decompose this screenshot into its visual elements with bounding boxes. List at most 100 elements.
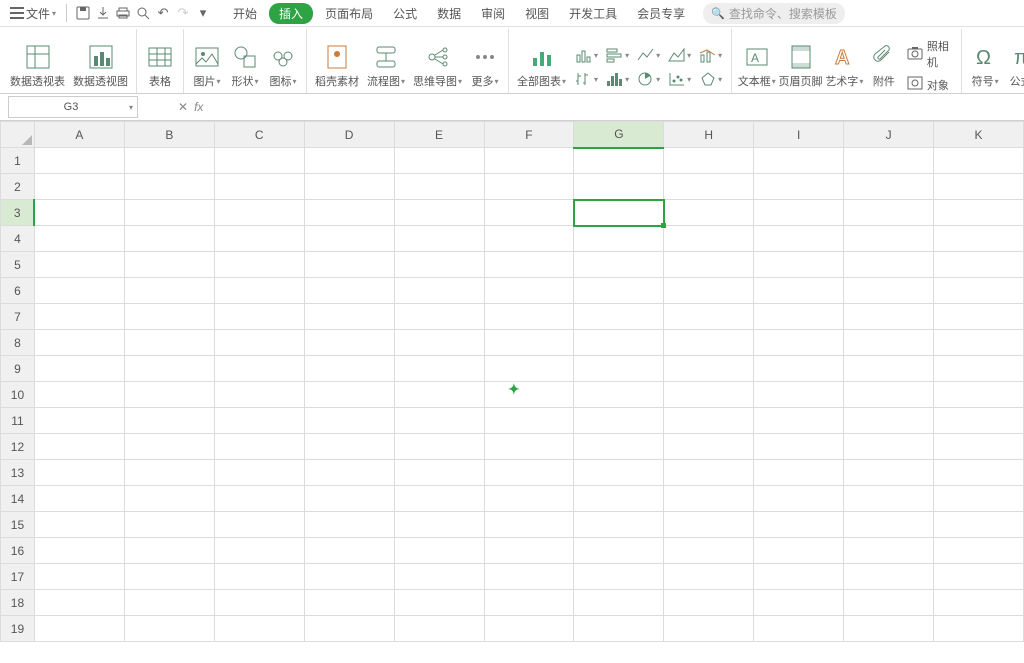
- row-header[interactable]: 18: [1, 590, 35, 616]
- undo-icon[interactable]: ↶: [155, 5, 171, 21]
- cell[interactable]: [304, 148, 394, 174]
- cell[interactable]: [754, 382, 844, 408]
- cell[interactable]: [754, 226, 844, 252]
- cell[interactable]: [394, 512, 484, 538]
- cell[interactable]: [304, 200, 394, 226]
- cell[interactable]: [34, 512, 124, 538]
- name-box[interactable]: G3 ▾: [8, 96, 138, 118]
- cell[interactable]: [214, 356, 304, 382]
- pivot-table-button[interactable]: 数据透视表: [6, 41, 69, 93]
- cell[interactable]: [844, 252, 934, 278]
- tab-member[interactable]: 会员专享: [629, 3, 693, 24]
- row-header[interactable]: 16: [1, 538, 35, 564]
- cell[interactable]: [664, 330, 754, 356]
- cell[interactable]: [664, 304, 754, 330]
- cell[interactable]: [34, 226, 124, 252]
- cell[interactable]: [214, 252, 304, 278]
- cell[interactable]: [214, 148, 304, 174]
- cell[interactable]: [304, 486, 394, 512]
- cell[interactable]: [214, 564, 304, 590]
- cell[interactable]: [304, 174, 394, 200]
- cell[interactable]: [34, 434, 124, 460]
- cell[interactable]: [934, 564, 1024, 590]
- cell[interactable]: [394, 278, 484, 304]
- radar-chart-icon[interactable]: ▾: [696, 69, 725, 89]
- cell[interactable]: [844, 564, 934, 590]
- cell[interactable]: [934, 252, 1024, 278]
- cell[interactable]: [394, 304, 484, 330]
- cell[interactable]: [34, 330, 124, 356]
- icons-button[interactable]: 图标▾: [264, 41, 302, 93]
- cell[interactable]: [34, 252, 124, 278]
- cell[interactable]: [34, 148, 124, 174]
- cell[interactable]: [484, 382, 574, 408]
- cell[interactable]: [844, 408, 934, 434]
- cell[interactable]: [214, 486, 304, 512]
- row-header[interactable]: 15: [1, 512, 35, 538]
- cell[interactable]: [574, 486, 664, 512]
- cell[interactable]: [934, 200, 1024, 226]
- stock-chart-icon[interactable]: ▾: [572, 69, 601, 89]
- cell[interactable]: [664, 200, 754, 226]
- cell[interactable]: [754, 278, 844, 304]
- symbol-button[interactable]: Ω 符号▾: [966, 41, 1004, 93]
- tab-view[interactable]: 视图: [517, 3, 557, 24]
- attachment-button[interactable]: 附件: [865, 41, 903, 93]
- cell[interactable]: [484, 590, 574, 616]
- cell[interactable]: [754, 174, 844, 200]
- cell[interactable]: [574, 564, 664, 590]
- cell[interactable]: [484, 226, 574, 252]
- equation-button[interactable]: π 公式▾: [1004, 41, 1024, 93]
- cell[interactable]: [664, 252, 754, 278]
- cell[interactable]: [214, 512, 304, 538]
- cell[interactable]: [844, 486, 934, 512]
- row-header[interactable]: 7: [1, 304, 35, 330]
- cell[interactable]: [664, 174, 754, 200]
- cell[interactable]: [574, 252, 664, 278]
- cell[interactable]: [484, 616, 574, 642]
- cell[interactable]: [844, 512, 934, 538]
- cell[interactable]: [34, 304, 124, 330]
- cell[interactable]: [484, 174, 574, 200]
- cell[interactable]: [754, 356, 844, 382]
- cell[interactable]: [484, 278, 574, 304]
- cell[interactable]: [394, 148, 484, 174]
- cell[interactable]: [754, 512, 844, 538]
- cancel-icon[interactable]: ✕: [178, 100, 188, 114]
- cell[interactable]: [934, 486, 1024, 512]
- cell[interactable]: [34, 538, 124, 564]
- scatter-chart-icon[interactable]: ▾: [665, 69, 694, 89]
- cell[interactable]: [664, 382, 754, 408]
- redo-icon[interactable]: ↷: [175, 5, 191, 21]
- cell[interactable]: [754, 616, 844, 642]
- cell[interactable]: [934, 434, 1024, 460]
- column-header[interactable]: K: [934, 122, 1024, 148]
- column-header[interactable]: A: [34, 122, 124, 148]
- cell[interactable]: [664, 538, 754, 564]
- cell[interactable]: [124, 590, 214, 616]
- cell[interactable]: [304, 356, 394, 382]
- cell[interactable]: [394, 330, 484, 356]
- tab-devtools[interactable]: 开发工具: [561, 3, 625, 24]
- cell[interactable]: [214, 590, 304, 616]
- cell[interactable]: [664, 616, 754, 642]
- cell[interactable]: [754, 330, 844, 356]
- cell[interactable]: [34, 408, 124, 434]
- cell[interactable]: [214, 538, 304, 564]
- header-footer-button[interactable]: 页眉页脚: [777, 41, 823, 93]
- cell[interactable]: [304, 616, 394, 642]
- file-menu[interactable]: 文件 ▾: [6, 3, 60, 24]
- cell[interactable]: [844, 330, 934, 356]
- column-header[interactable]: E: [394, 122, 484, 148]
- cell[interactable]: [934, 616, 1024, 642]
- cell[interactable]: [34, 460, 124, 486]
- fx-icon[interactable]: fx: [194, 100, 203, 114]
- column-header[interactable]: I: [754, 122, 844, 148]
- cell[interactable]: [844, 616, 934, 642]
- cell[interactable]: [394, 174, 484, 200]
- cell[interactable]: [664, 512, 754, 538]
- cell[interactable]: [574, 278, 664, 304]
- cell[interactable]: [214, 460, 304, 486]
- cell[interactable]: [484, 460, 574, 486]
- cell[interactable]: [484, 304, 574, 330]
